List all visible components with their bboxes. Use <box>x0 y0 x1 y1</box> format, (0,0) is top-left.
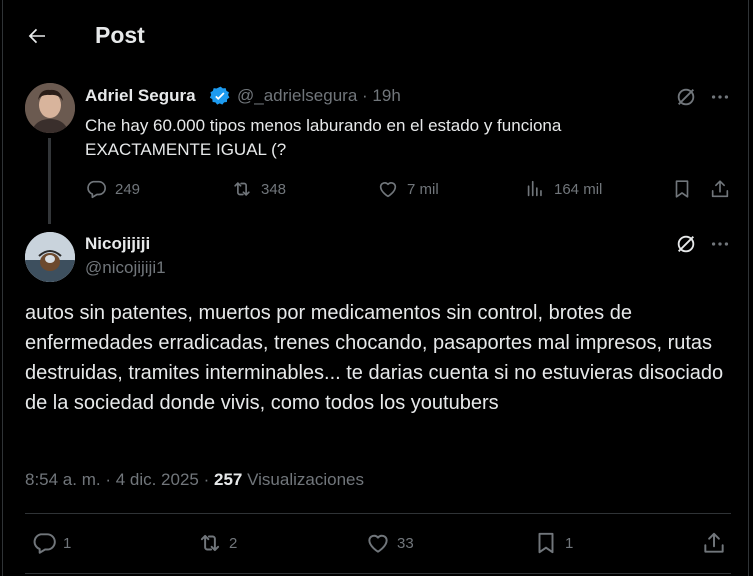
repost-icon <box>231 178 253 200</box>
back-arrow-icon[interactable] <box>25 24 49 48</box>
like-count: 33 <box>397 534 414 552</box>
share-button[interactable] <box>701 530 727 556</box>
like-button[interactable]: 33 <box>365 530 414 556</box>
reply-icon <box>85 178 107 200</box>
repost-icon <box>197 530 223 556</box>
grok-icon[interactable] <box>675 86 697 108</box>
divider <box>25 573 731 574</box>
views-icon <box>524 178 546 200</box>
repost-button[interactable]: 348 <box>231 178 286 200</box>
repost-button[interactable]: 2 <box>197 530 237 556</box>
heart-icon <box>377 178 399 200</box>
like-button[interactable]: 7 mil <box>377 178 439 200</box>
post-timestamp[interactable]: 8:54 a. m. · 4 dic. 2025 · <box>25 470 209 489</box>
post-time[interactable]: 19h <box>372 86 400 105</box>
avatar[interactable] <box>25 83 75 133</box>
reply-count: 249 <box>115 180 141 198</box>
bookmark-button[interactable] <box>671 178 693 200</box>
dot-separator: · <box>362 86 368 105</box>
repost-count: 2 <box>229 534 238 552</box>
bookmark-button[interactable]: 1 <box>533 530 573 556</box>
heart-icon <box>365 530 391 556</box>
post-text: autos sin patentes, muertos por medicame… <box>25 302 724 414</box>
page-title: Post <box>95 22 145 48</box>
reply-button[interactable]: 1 <box>31 530 71 556</box>
author-handle[interactable]: @_adrielsegura · 19h <box>237 86 401 106</box>
bookmark-count: 1 <box>565 534 574 552</box>
avatar[interactable] <box>25 232 75 282</box>
author-name[interactable]: Nicojijiji <box>85 234 150 254</box>
divider <box>25 513 731 514</box>
handle-text[interactable]: @_adrielsegura <box>237 86 357 105</box>
reply-icon <box>31 530 57 556</box>
repost-count: 348 <box>261 180 287 198</box>
verified-badge-icon <box>209 85 232 108</box>
author-handle[interactable]: @nicojijiji1 <box>85 258 166 278</box>
reply-count: 1 <box>63 534 72 552</box>
views-label: Visualizaciones <box>247 470 364 489</box>
views-button[interactable]: 164 mil <box>524 178 602 200</box>
reply-button[interactable]: 249 <box>85 178 140 200</box>
more-icon[interactable] <box>709 86 731 108</box>
bookmark-icon <box>533 530 559 556</box>
share-icon <box>709 178 731 200</box>
views-count: 257 <box>214 470 243 489</box>
more-icon[interactable] <box>709 233 731 255</box>
post-meta: 8:54 a. m. · 4 dic. 2025 · 257 Visualiza… <box>25 470 364 490</box>
author-name[interactable]: Adriel Segura <box>85 86 196 106</box>
share-button[interactable] <box>709 178 731 200</box>
share-icon <box>701 530 727 556</box>
post-text: Che hay 60.000 tipos menos laburando en … <box>85 116 562 159</box>
like-count: 7 mil <box>407 180 439 198</box>
thread-line <box>48 138 51 224</box>
views-count: 164 mil <box>554 180 603 198</box>
post-page: Post Adriel Segura @_adrielsegura · 19h … <box>2 0 749 576</box>
grok-icon[interactable] <box>675 233 697 255</box>
bookmark-icon <box>671 178 693 200</box>
